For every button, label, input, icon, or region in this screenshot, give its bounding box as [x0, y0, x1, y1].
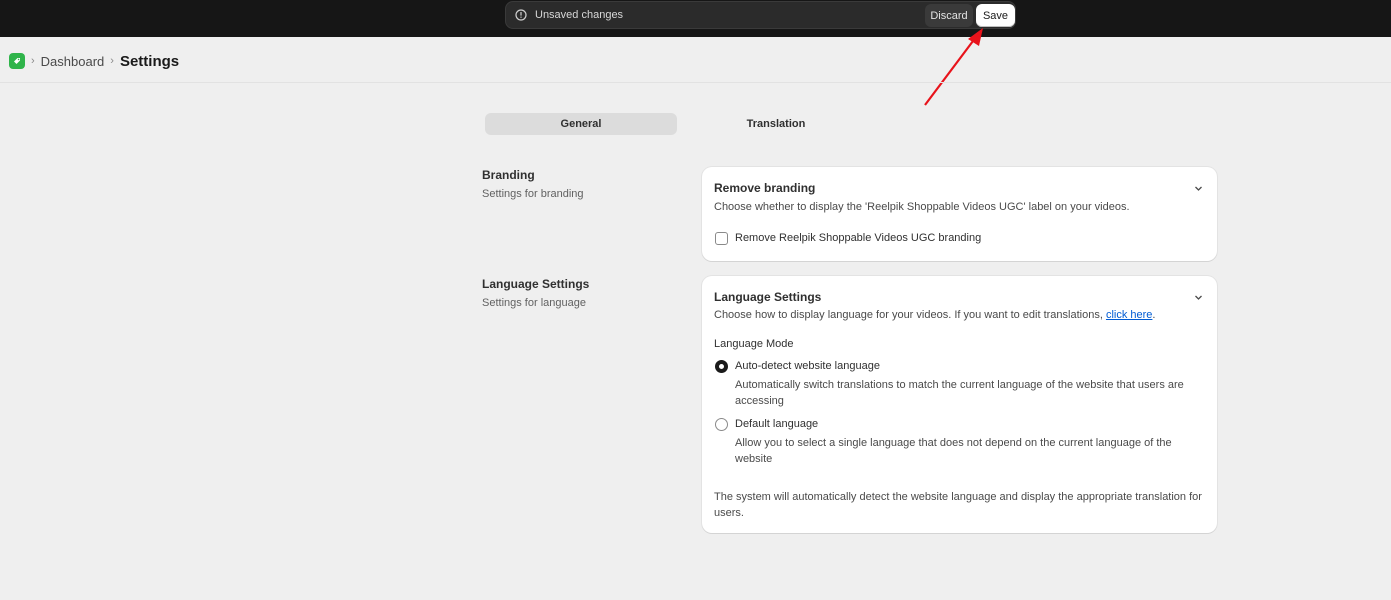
- default-language-radio[interactable]: [715, 418, 728, 431]
- breadcrumb-dashboard-link[interactable]: Dashboard: [41, 54, 105, 69]
- default-language-help: Allow you to select a single language th…: [735, 437, 1172, 465]
- auto-detect-help: Automatically switch translations to mat…: [735, 379, 1184, 407]
- unsaved-changes-text: Unsaved changes: [535, 9, 624, 21]
- auto-detect-radio[interactable]: [715, 360, 728, 373]
- language-settings-card: Language Settings Choose how to display …: [702, 276, 1217, 533]
- language-settings-description: Choose how to display language for your …: [714, 307, 1155, 323]
- chevron-right-icon: ›: [110, 55, 114, 67]
- remove-branding-checkbox-label[interactable]: Remove Reelpik Shoppable Videos UGC bran…: [735, 232, 981, 244]
- language-section-subtitle: Settings for language: [482, 297, 586, 309]
- top-bar: Unsaved changes Discard Save: [0, 0, 1391, 37]
- language-section-title: Language Settings: [482, 277, 590, 291]
- language-footer-note: The system will automatically detect the…: [714, 491, 1202, 519]
- remove-branding-card: Remove branding Choose whether to displa…: [702, 167, 1217, 261]
- alert-icon: [515, 9, 527, 21]
- discard-button[interactable]: Discard: [925, 4, 973, 27]
- tab-translation[interactable]: Translation: [680, 113, 872, 135]
- tab-general[interactable]: General: [485, 113, 677, 135]
- chevron-down-icon[interactable]: [1194, 184, 1203, 193]
- save-button[interactable]: Save: [976, 4, 1015, 27]
- breadcrumb: › Dashboard › Settings: [9, 52, 179, 70]
- default-language-label[interactable]: Default language: [735, 418, 818, 430]
- annotation-arrow: [924, 28, 983, 106]
- chevron-down-icon[interactable]: [1194, 293, 1203, 302]
- language-mode-label: Language Mode: [714, 338, 794, 350]
- page-title: Settings: [119, 52, 180, 70]
- chevron-right-icon: ›: [31, 55, 35, 67]
- remove-branding-title: Remove branding: [714, 181, 816, 195]
- app-logo-icon[interactable]: [9, 53, 25, 69]
- auto-detect-label[interactable]: Auto-detect website language: [735, 360, 880, 372]
- description-text: Choose how to display language for your …: [714, 309, 1106, 321]
- branding-section-subtitle: Settings for branding: [482, 188, 584, 200]
- remove-branding-description: Choose whether to display the 'Reelpik S…: [714, 201, 1130, 213]
- click-here-link[interactable]: click here: [1106, 309, 1152, 321]
- header-divider: [0, 82, 1391, 83]
- description-period: .: [1152, 309, 1156, 321]
- language-settings-title: Language Settings: [714, 290, 822, 304]
- branding-section-title: Branding: [482, 168, 535, 182]
- remove-branding-checkbox[interactable]: [715, 232, 728, 245]
